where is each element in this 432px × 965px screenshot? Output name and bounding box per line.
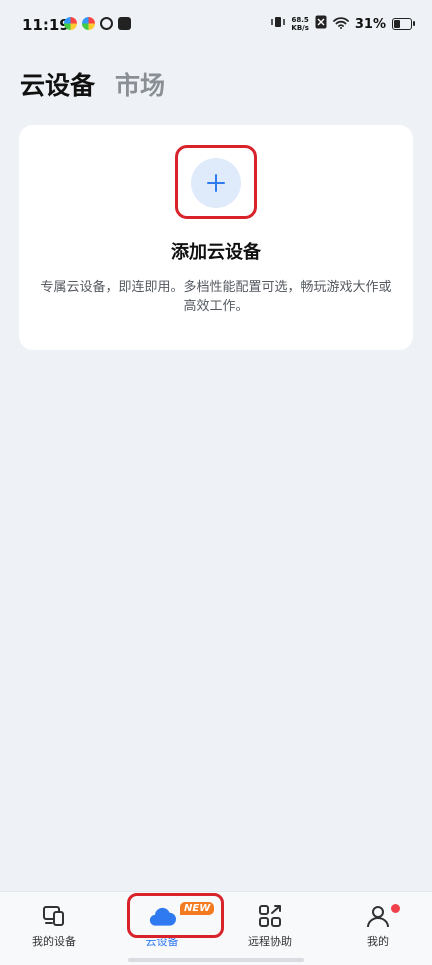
app-notification-icon bbox=[82, 17, 95, 30]
app-notification-icon bbox=[64, 17, 77, 30]
card-description: 专属云设备，即连即用。多档性能配置可选，畅玩游戏大作或高效工作。 bbox=[40, 280, 392, 314]
profile-icon bbox=[367, 906, 389, 928]
nav-item-my-devices[interactable]: 我的设备 bbox=[0, 892, 108, 965]
vibrate-icon bbox=[271, 15, 286, 33]
wifi-icon bbox=[332, 16, 349, 33]
battery-percent: 31% bbox=[354, 16, 386, 32]
home-indicator[interactable] bbox=[128, 958, 304, 962]
nav-label: 我的设备 bbox=[32, 935, 76, 948]
status-bar: 11:19 68.5 KB/s 31% bbox=[0, 0, 432, 50]
notification-dot bbox=[391, 904, 400, 913]
network-speed: 68.5 KB/s bbox=[291, 16, 309, 32]
message-notification-icon bbox=[118, 17, 131, 30]
nav-label: 远程协助 bbox=[248, 935, 292, 948]
nav-item-profile[interactable]: 我的 bbox=[324, 892, 432, 965]
add-cloud-device-button[interactable] bbox=[191, 158, 241, 208]
add-cloud-device-card: 添加云设备 专属云设备，即连即用。多档性能配置可选，畅玩游戏大作或高效工作。 bbox=[19, 125, 413, 350]
header-tabs: 云设备 市场 bbox=[20, 66, 165, 102]
notification-icons bbox=[64, 17, 131, 30]
card-title: 添加云设备 bbox=[171, 242, 261, 263]
link-notification-icon bbox=[100, 17, 113, 30]
tab-cloud-devices[interactable]: 云设备 bbox=[20, 66, 95, 102]
remote-assist-icon bbox=[259, 905, 281, 927]
nav-item-remote-assist[interactable]: 远程协助 bbox=[216, 892, 324, 965]
devices-icon bbox=[43, 906, 64, 926]
status-right: 68.5 KB/s 31% bbox=[271, 15, 415, 33]
battery-icon bbox=[392, 18, 415, 30]
sim-off-icon bbox=[315, 15, 327, 33]
status-time: 11:19 bbox=[22, 16, 70, 34]
plus-icon bbox=[207, 174, 225, 192]
tab-market[interactable]: 市场 bbox=[115, 66, 165, 102]
highlight-outline bbox=[127, 893, 224, 938]
nav-label: 我的 bbox=[367, 935, 389, 948]
